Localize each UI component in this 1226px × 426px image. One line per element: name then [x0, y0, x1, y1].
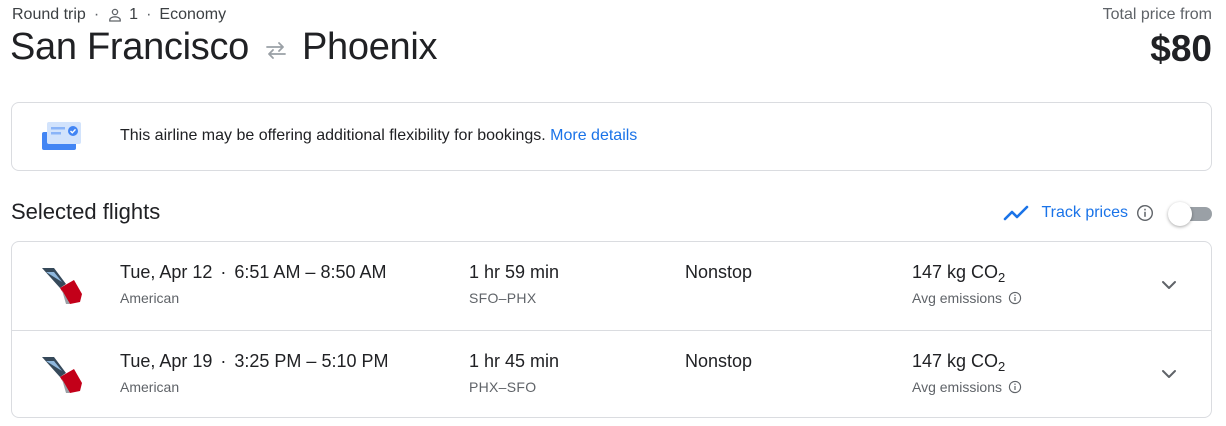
american-airlines-logo-icon — [40, 353, 84, 397]
separator-dot: · — [146, 6, 152, 23]
emissions-value: 147 kg CO2 — [912, 351, 1005, 374]
separator-dot: · — [220, 262, 227, 282]
emissions-label-text: Avg emissions — [912, 379, 1003, 395]
flight-date: Tue, Apr 12 — [120, 262, 213, 282]
trip-summary: Round trip · 1 · Economy — [12, 6, 226, 24]
chevron-down-icon[interactable] — [1156, 272, 1182, 298]
emissions-subscript: 2 — [998, 359, 1006, 374]
flight-stops: Nonstop — [685, 262, 753, 282]
american-airlines-logo-icon — [40, 264, 84, 308]
track-prices-control: Track prices — [1003, 199, 1212, 227]
flight-row[interactable]: Tue, Apr 12 · 6:51 AM – 8:50 AM American 1… — [12, 242, 1211, 330]
trending-up-icon — [1004, 205, 1029, 221]
selected-flights-list: Tue, Apr 12 · 6:51 AM – 8:50 AM American 1… — [11, 241, 1212, 418]
passenger-count: 1 — [129, 6, 139, 23]
route-title: San Francisco Phoenix — [10, 26, 438, 69]
flight-times: 3:25 PM – 5:10 PM — [234, 351, 389, 371]
flight-airports: SFO–PHX — [469, 290, 537, 306]
separator-dot: · — [220, 351, 227, 371]
airline-name: American — [120, 379, 180, 395]
more-details-link[interactable]: More details — [550, 127, 637, 144]
emissions-number: 147 kg CO — [912, 351, 999, 371]
trip-type-label: Round trip — [12, 6, 86, 23]
flight-duration: 1 hr 45 min — [469, 351, 560, 371]
flight-airports: PHX–SFO — [469, 379, 537, 395]
flight-time: Tue, Apr 19 · 3:25 PM – 5:10 PM — [120, 351, 388, 372]
flight-date: Tue, Apr 19 — [120, 351, 213, 371]
origin-city: San Francisco — [10, 26, 249, 68]
track-prices-label[interactable]: Track prices — [1041, 204, 1128, 222]
emissions-value: 147 kg CO2 — [912, 262, 1005, 285]
section-title: Selected flights — [11, 199, 161, 224]
emissions-label-text: Avg emissions — [912, 290, 1003, 306]
destination-city: Phoenix — [301, 26, 438, 68]
notice-message: This airline may be offering additional … — [120, 127, 637, 145]
emissions-subscript: 2 — [998, 270, 1006, 285]
flight-times: 6:51 AM – 8:50 AM — [234, 262, 387, 282]
person-icon — [107, 7, 123, 23]
emissions-label: Avg emissions — [912, 379, 1022, 395]
info-icon[interactable] — [1008, 291, 1022, 305]
flight-time: Tue, Apr 12 · 6:51 AM – 8:50 AM — [120, 262, 387, 283]
cabin-class: Economy — [159, 6, 227, 23]
flexibility-notice: This airline may be offering additional … — [11, 102, 1212, 171]
emissions-number: 147 kg CO — [912, 262, 999, 282]
price-label: Total price from — [1102, 6, 1212, 23]
total-price: $80 — [1150, 28, 1212, 69]
chevron-down-icon[interactable] — [1156, 361, 1182, 387]
flight-row[interactable]: Tue, Apr 19 · 3:25 PM – 5:10 PM American 1… — [12, 330, 1211, 418]
track-prices-toggle[interactable] — [1168, 199, 1212, 227]
flight-stops: Nonstop — [685, 351, 753, 371]
emissions-label: Avg emissions — [912, 290, 1022, 306]
flight-duration: 1 hr 59 min — [469, 262, 560, 282]
separator-dot: · — [93, 6, 100, 23]
ticket-icon — [41, 120, 83, 154]
notice-text: This airline may be offering additional … — [120, 127, 546, 144]
toggle-knob — [1168, 202, 1192, 226]
info-icon[interactable] — [1008, 380, 1022, 394]
airline-name: American — [120, 290, 180, 306]
swap-arrows-icon — [263, 37, 289, 63]
info-icon[interactable] — [1136, 204, 1154, 222]
